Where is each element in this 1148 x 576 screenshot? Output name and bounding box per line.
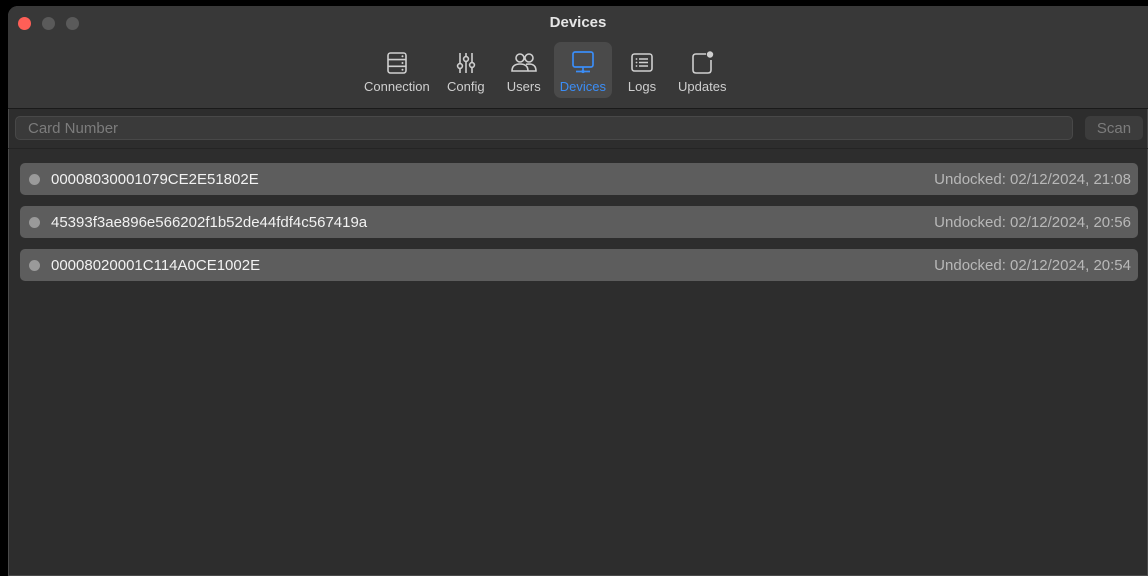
device-status: Undocked: 02/12/2024, 20:54 (934, 256, 1131, 274)
status-dot-icon (29, 259, 40, 271)
search-bar: Scan (8, 114, 1148, 144)
device-list: 00008030001079CE2E51802E Undocked: 02/12… (20, 163, 1138, 292)
tab-connection-label: Connection (364, 79, 430, 94)
tab-users-label: Users (506, 79, 541, 94)
scan-button[interactable]: Scan (1085, 116, 1143, 140)
device-row[interactable]: 00008020001C114A0CE1002E Undocked: 02/12… (20, 249, 1138, 281)
divider (8, 148, 1148, 149)
tab-connection[interactable]: Connection (358, 42, 436, 98)
device-status: Undocked: 02/12/2024, 21:08 (934, 170, 1131, 188)
list-icon (631, 53, 653, 72)
users-icon (510, 53, 537, 72)
device-id: 00008030001079CE2E51802E (51, 170, 259, 188)
tab-devices[interactable]: Devices (553, 42, 613, 98)
tab-updates[interactable]: Updates (672, 42, 732, 98)
device-id: 00008020001C114A0CE1002E (51, 256, 261, 274)
tab-config[interactable]: Config (438, 42, 494, 98)
status-dot-icon (29, 216, 40, 228)
monitor-icon (572, 51, 594, 74)
device-row[interactable]: 45393f3ae896e566202f1b52de44fdf4c567419a… (20, 206, 1138, 238)
tab-logs-label: Logs (627, 79, 657, 94)
badge-icon (692, 51, 714, 74)
device-status: Undocked: 02/12/2024, 20:56 (934, 213, 1131, 231)
card-number-input[interactable] (15, 116, 1073, 140)
tab-users[interactable]: Users (496, 42, 552, 98)
tab-config-label: Config (446, 79, 485, 94)
device-id: 45393f3ae896e566202f1b52de44fdf4c567419a (51, 213, 368, 231)
sliders-icon (456, 53, 475, 73)
device-row[interactable]: 00008030001079CE2E51802E Undocked: 02/12… (20, 163, 1138, 195)
tab-updates-label: Updates (678, 79, 727, 94)
server-icon (387, 52, 407, 74)
tab-devices-label: Devices (559, 79, 607, 94)
toolbar: Connection Config Users Devices Logs Upd… (358, 42, 732, 98)
app-window: Devices Connection Config Users Devices … (8, 6, 1148, 576)
titlebar: Devices Connection Config Users Devices … (8, 6, 1148, 109)
tab-logs[interactable]: Logs (614, 42, 670, 98)
status-dot-icon (29, 173, 40, 185)
window-title: Devices (549, 14, 607, 31)
